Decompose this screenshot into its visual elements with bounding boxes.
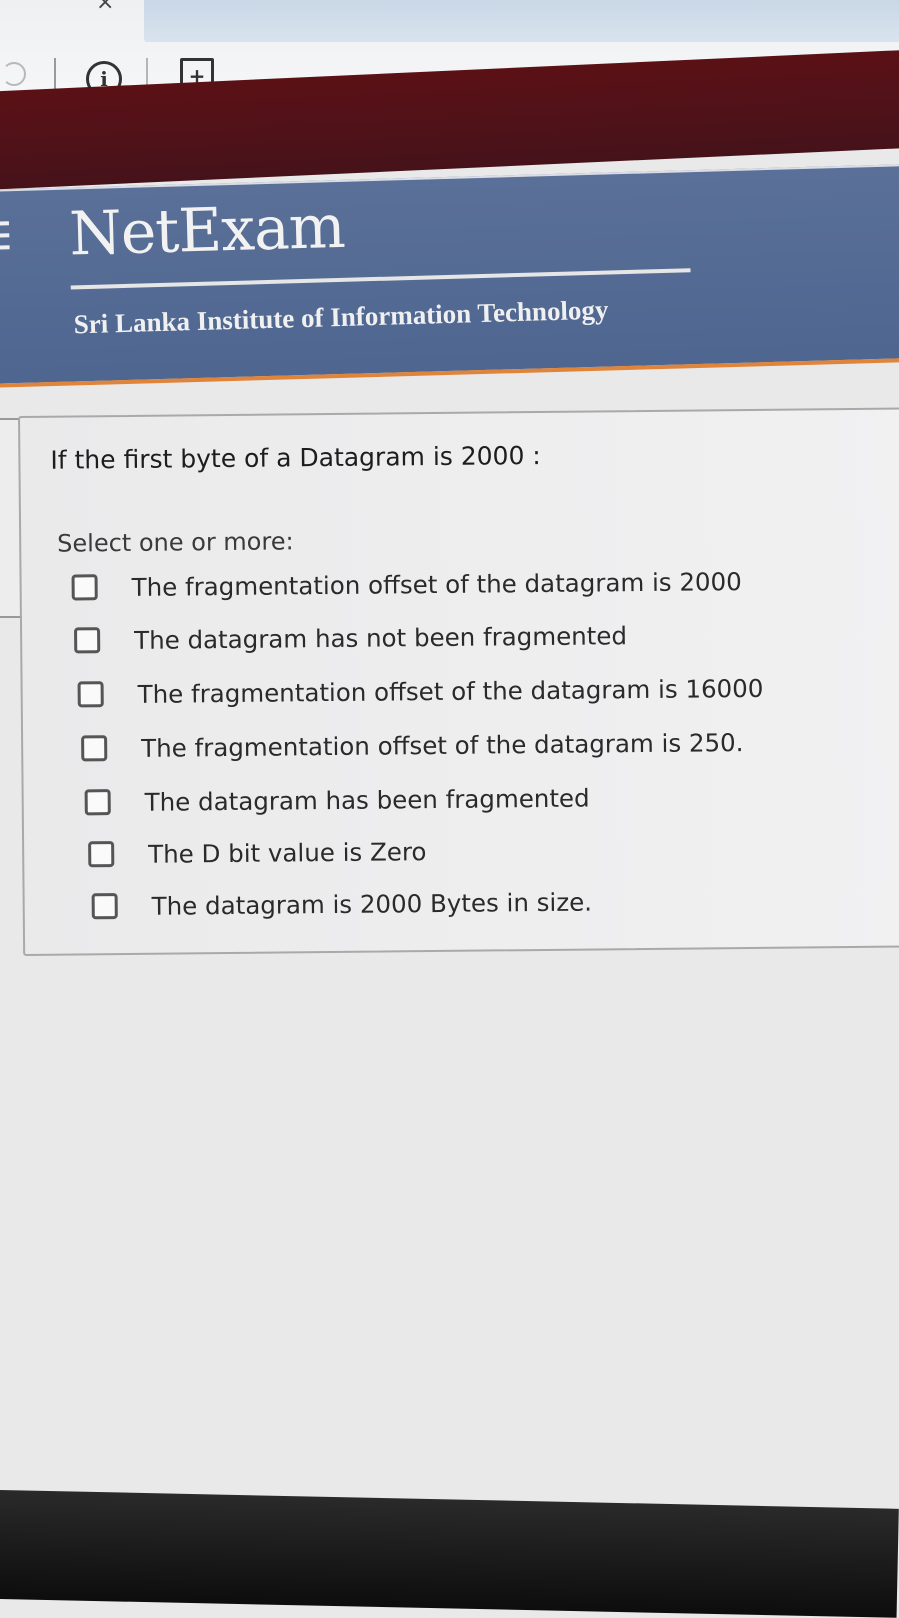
- answer-option[interactable]: The fragmentation offset of the datagram…: [77, 668, 763, 715]
- logo-underline: [70, 268, 691, 290]
- site-header: NetExam Sri Lanka Institute of Informati…: [0, 163, 899, 388]
- side-tab-mark: [0, 221, 9, 226]
- answer-checkbox[interactable]: [77, 681, 104, 708]
- answer-checkbox[interactable]: [71, 574, 98, 601]
- answer-checkbox[interactable]: [74, 627, 101, 654]
- answer-label: The datagram is 2000 Bytes in size.: [151, 887, 593, 921]
- close-icon[interactable]: ×: [96, 0, 114, 15]
- answer-option[interactable]: The datagram is 2000 Bytes in size.: [91, 882, 593, 927]
- answer-option[interactable]: The datagram has been fragmented: [84, 778, 590, 823]
- answer-option[interactable]: The D bit value is Zero: [88, 831, 427, 874]
- side-tab-mark: [0, 245, 10, 250]
- answer-label: The fragmentation offset of the datagram…: [131, 566, 742, 602]
- answer-checkbox[interactable]: [81, 735, 108, 762]
- reload-icon[interactable]: [2, 62, 26, 86]
- answer-label: The datagram has been fragmented: [144, 783, 590, 817]
- browser-tab-strip: [144, 0, 899, 42]
- answer-checkbox[interactable]: [91, 893, 118, 920]
- answer-label: The fragmentation offset of the datagram…: [141, 727, 744, 763]
- question-card: If the first byte of a Datagram is 2000 …: [18, 407, 899, 956]
- answer-label: The fragmentation offset of the datagram…: [137, 673, 764, 709]
- answer-options: The fragmentation offset of the datagram…: [20, 409, 899, 920]
- answer-label: The datagram has not been fragmented: [134, 620, 628, 655]
- answer-checkbox[interactable]: [88, 841, 115, 868]
- select-prompt: Select one or more:: [57, 527, 294, 558]
- answer-label: The D bit value is Zero: [148, 836, 427, 869]
- answer-checkbox[interactable]: [84, 789, 111, 816]
- side-tab-mark: [0, 233, 10, 238]
- institute-name: Sri Lanka Institute of Information Techn…: [73, 294, 609, 340]
- question-text: If the first byte of a Datagram is 2000 …: [50, 440, 541, 475]
- answer-option[interactable]: The fragmentation offset of the datagram…: [81, 722, 744, 768]
- site-logo[interactable]: NetExam: [68, 192, 345, 270]
- answer-option[interactable]: The fragmentation offset of the datagram…: [71, 561, 742, 607]
- answer-option[interactable]: The datagram has not been fragmented: [74, 615, 627, 660]
